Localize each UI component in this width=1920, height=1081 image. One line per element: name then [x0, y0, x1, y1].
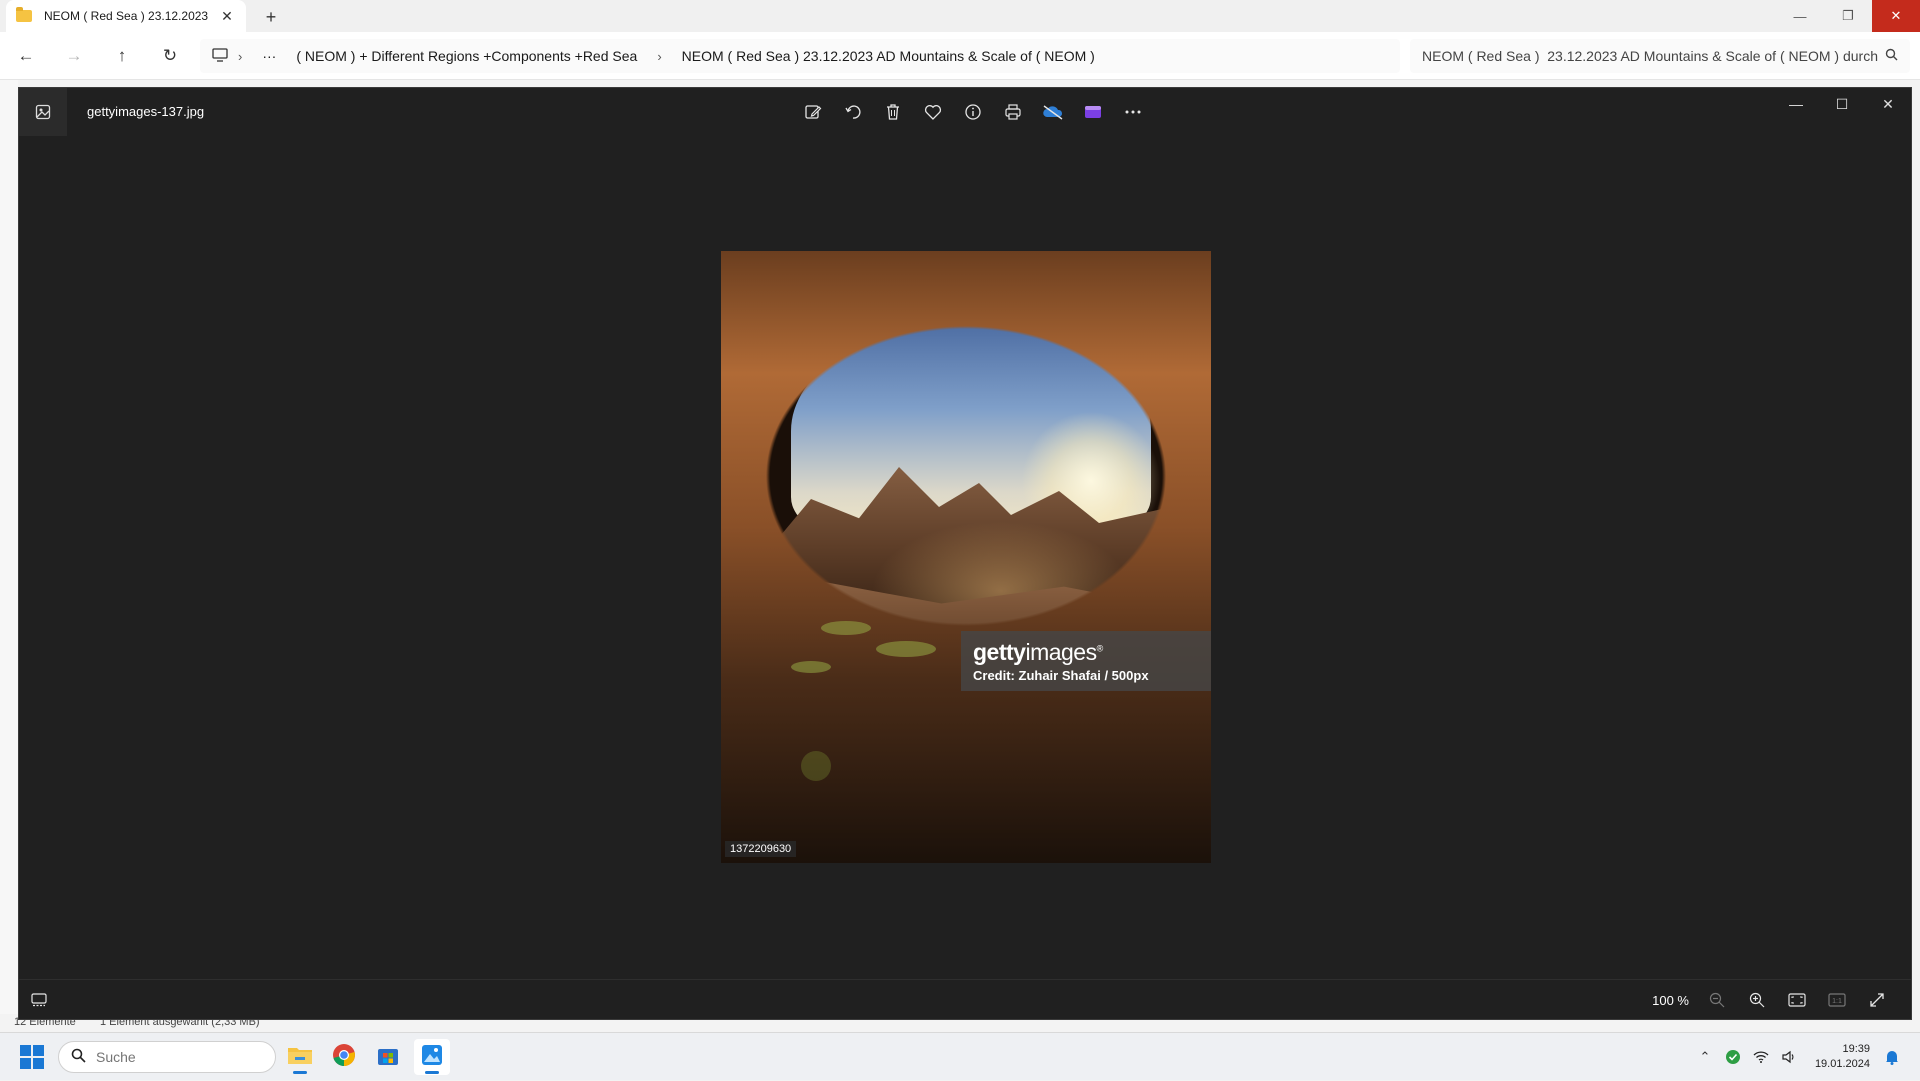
volume-icon[interactable] — [1775, 1041, 1803, 1073]
notification-bell-icon[interactable] — [1878, 1041, 1906, 1073]
photo-grass — [876, 641, 936, 657]
viewer-window-controls: — ☐ ✕ — [1773, 88, 1911, 120]
clipchamp-icon[interactable] — [1073, 96, 1113, 128]
refresh-icon[interactable]: ↻ — [156, 42, 184, 70]
explorer-address-row: ← → ↑ ↻ › ··· ( NEOM ) + Different Regio… — [0, 32, 1920, 80]
chevron-right-icon: › — [238, 48, 243, 64]
tab-title: NEOM ( Red Sea ) 23.12.2023 — [44, 9, 209, 23]
address-bar[interactable]: › ··· ( NEOM ) + Different Regions +Comp… — [200, 39, 1400, 73]
zoom-level: 100 % — [1652, 992, 1689, 1008]
photos-app-icon[interactable] — [19, 88, 67, 136]
file-explorer-icon — [287, 1044, 313, 1071]
explorer-navigation-pane — [0, 80, 18, 1020]
zoom-controls: 100 % 1:1 — [1652, 980, 1897, 1020]
more-icon[interactable] — [1113, 96, 1153, 128]
back-arrow-icon[interactable]: ← — [12, 42, 40, 70]
photos-viewer-window: gettyimages-137.jpg — ☐ ✕ gettyimages® C… — [18, 87, 1912, 1020]
up-arrow-icon[interactable]: ↑ — [108, 42, 136, 70]
fullscreen-icon[interactable] — [1857, 984, 1897, 1016]
folder-icon — [16, 7, 32, 22]
getty-credit-overlay: gettyimages® Credit: Zuhair Shafai / 500… — [961, 631, 1211, 691]
windows-start-icon[interactable] — [20, 1045, 44, 1069]
viewer-filename: gettyimages-137.jpg — [87, 104, 205, 119]
fit-to-window-icon[interactable] — [1777, 984, 1817, 1016]
photo-grass — [801, 751, 831, 781]
photo-rock-arch — [721, 251, 1211, 863]
taskbar-photos[interactable] — [414, 1039, 450, 1075]
running-indicator — [293, 1071, 307, 1074]
svg-text:1:1: 1:1 — [1832, 998, 1842, 1005]
zoom-in-icon[interactable] — [1737, 984, 1777, 1016]
explorer-tab[interactable]: NEOM ( Red Sea ) 23.12.2023 ✕ — [6, 0, 246, 32]
explorer-window-controls: — ❐ ✕ — [1776, 0, 1920, 32]
taskbar-clock[interactable]: 19:39 19.01.2024 — [1815, 1042, 1870, 1072]
computer-icon — [212, 47, 228, 65]
explorer-search[interactable] — [1410, 39, 1910, 73]
explorer-title-bar: NEOM ( Red Sea ) 23.12.2023 ✕ + — ❐ ✕ — [0, 0, 1920, 32]
chevron-right-icon: › — [657, 48, 662, 64]
breadcrumb-item[interactable]: ( NEOM ) + Different Regions +Components… — [296, 48, 637, 64]
wifi-icon[interactable] — [1747, 1041, 1775, 1073]
photo-grass — [791, 661, 831, 673]
onedrive-icon[interactable] — [1033, 96, 1073, 128]
minimize-icon[interactable]: — — [1776, 0, 1824, 32]
photo-grass — [821, 621, 871, 635]
system-tray: ⌃ 19:39 19.01.2024 — [1691, 1033, 1920, 1081]
taskbar-search-input[interactable] — [94, 1048, 244, 1066]
taskbar-search[interactable] — [58, 1041, 276, 1073]
restore-icon[interactable]: ❐ — [1824, 0, 1872, 32]
minimize-icon[interactable]: — — [1773, 88, 1819, 120]
favorite-icon[interactable] — [913, 96, 953, 128]
taskbar-store[interactable] — [370, 1039, 406, 1075]
viewer-toolbar: gettyimages-137.jpg — ☐ ✕ — [19, 88, 1911, 136]
viewer-tools — [793, 96, 1153, 128]
chrome-icon — [332, 1043, 356, 1072]
info-icon[interactable] — [953, 96, 993, 128]
breadcrumb-item[interactable]: NEOM ( Red Sea ) 23.12.2023 AD Mountains… — [682, 48, 1095, 64]
security-icon[interactable] — [1719, 1041, 1747, 1073]
clock-date: 19.01.2024 — [1814, 1058, 1870, 1070]
running-indicator — [425, 1071, 439, 1074]
photos-icon — [420, 1043, 444, 1072]
microsoft-store-icon — [377, 1044, 399, 1071]
taskbar: ⌃ 19:39 19.01.2024 — [0, 1032, 1920, 1080]
breadcrumb-more[interactable]: ··· — [262, 48, 276, 64]
photo-credit-text: Credit: Zuhair Shafai / 500px — [973, 668, 1149, 683]
maximize-icon[interactable]: ☐ — [1819, 88, 1865, 120]
edit-icon[interactable] — [793, 96, 833, 128]
print-icon[interactable] — [993, 96, 1033, 128]
zoom-out-icon[interactable] — [1697, 984, 1737, 1016]
explorer-search-input[interactable] — [1420, 47, 1885, 65]
delete-icon[interactable] — [873, 96, 913, 128]
photo-id-label: 1372209630 — [725, 841, 797, 857]
forward-arrow-icon[interactable]: → — [60, 42, 88, 70]
tab-close-icon[interactable]: ✕ — [218, 8, 236, 25]
rotate-icon[interactable] — [833, 96, 873, 128]
clock-time: 19:39 — [1842, 1043, 1870, 1055]
search-icon — [1885, 48, 1898, 64]
taskbar-file-explorer[interactable] — [282, 1039, 318, 1075]
taskbar-chrome[interactable] — [326, 1039, 362, 1075]
getty-logo: gettyimages® — [973, 639, 1103, 665]
viewer-bottom-bar: 100 % 1:1 — [19, 979, 1911, 1019]
actual-size-icon[interactable]: 1:1 — [1817, 984, 1857, 1016]
close-icon[interactable]: ✕ — [1865, 88, 1911, 120]
search-icon — [71, 1048, 86, 1066]
chevron-up-icon[interactable]: ⌃ — [1691, 1041, 1719, 1073]
new-tab-button[interactable]: + — [260, 6, 282, 28]
photo-canvas[interactable]: gettyimages® Credit: Zuhair Shafai / 500… — [721, 251, 1211, 863]
close-icon[interactable]: ✕ — [1872, 0, 1920, 32]
filmstrip-icon[interactable] — [23, 984, 55, 1016]
